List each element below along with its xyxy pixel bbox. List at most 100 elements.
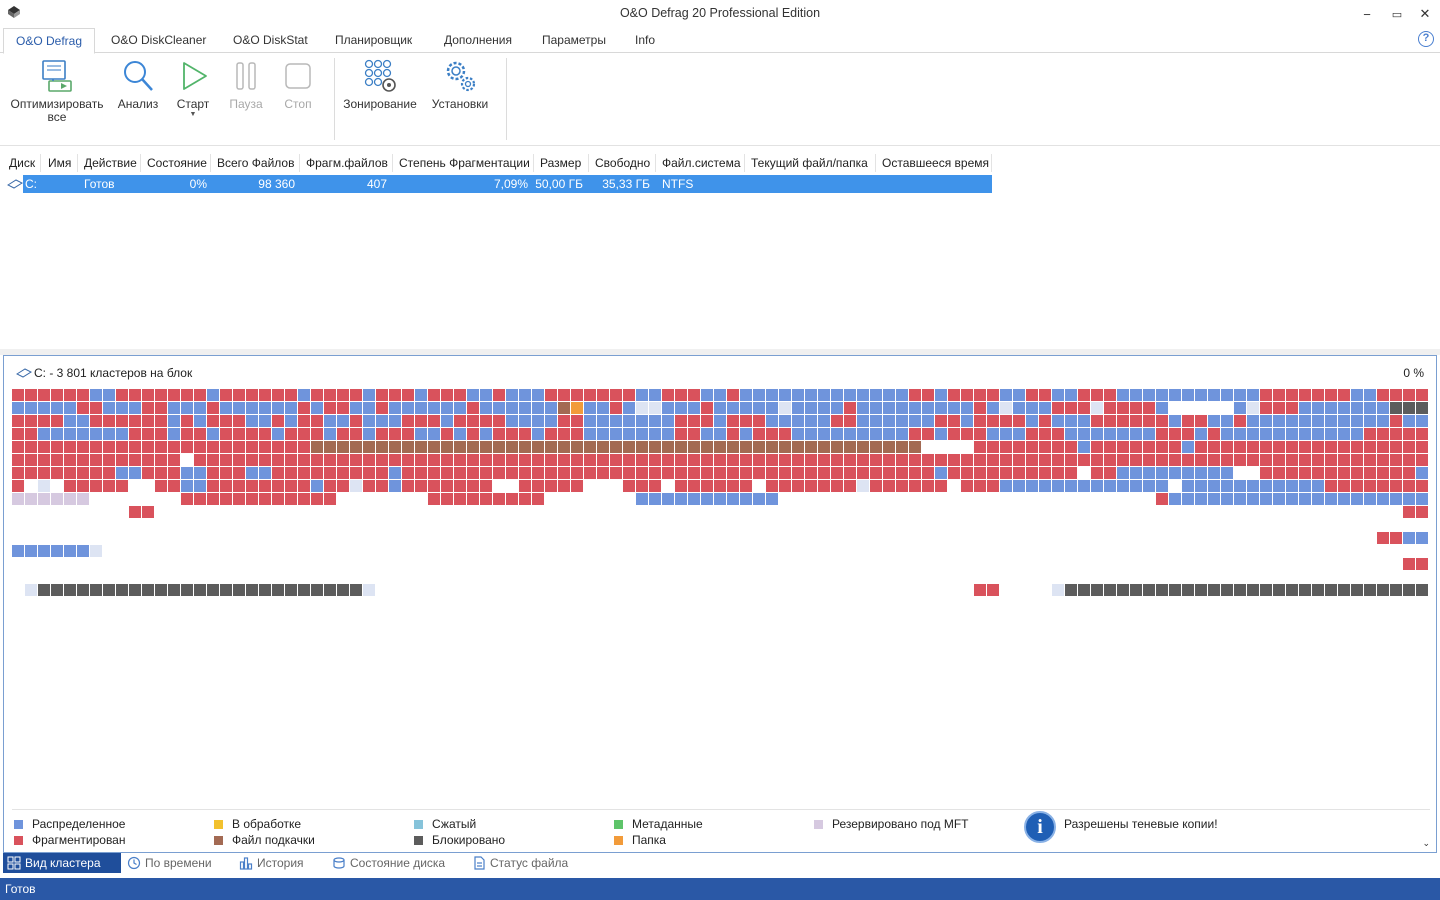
cluster-block[interactable] <box>1351 428 1363 440</box>
cluster-block[interactable] <box>376 480 388 492</box>
cluster-block[interactable] <box>207 493 219 505</box>
cluster-block[interactable] <box>857 389 869 401</box>
cluster-block[interactable] <box>753 389 765 401</box>
cluster-block[interactable] <box>1117 415 1129 427</box>
cluster-block[interactable] <box>1416 389 1428 401</box>
cluster-block[interactable] <box>1338 480 1350 492</box>
cluster-block[interactable] <box>610 402 622 414</box>
cluster-block[interactable] <box>1104 584 1116 596</box>
cluster-block[interactable] <box>701 493 713 505</box>
cluster-block[interactable] <box>1195 493 1207 505</box>
cluster-block[interactable] <box>1416 493 1428 505</box>
cluster-block[interactable] <box>883 428 895 440</box>
cluster-block[interactable] <box>766 493 778 505</box>
cluster-block[interactable] <box>1416 402 1428 414</box>
cluster-block[interactable] <box>155 389 167 401</box>
column-header-size[interactable]: Размер <box>534 154 589 172</box>
cluster-block[interactable] <box>155 428 167 440</box>
cluster-block[interactable] <box>1234 493 1246 505</box>
cluster-block[interactable] <box>311 441 323 453</box>
cluster-block[interactable] <box>1299 402 1311 414</box>
cluster-block[interactable] <box>480 428 492 440</box>
cluster-block[interactable] <box>701 402 713 414</box>
cluster-block[interactable] <box>1208 441 1220 453</box>
cluster-block[interactable] <box>1299 584 1311 596</box>
cluster-block[interactable] <box>1390 415 1402 427</box>
cluster-block[interactable] <box>714 467 726 479</box>
cluster-block[interactable] <box>246 454 258 466</box>
cluster-block[interactable] <box>805 389 817 401</box>
column-header-total-files[interactable]: Всего Файлов <box>211 154 300 172</box>
cluster-block[interactable] <box>506 493 518 505</box>
cluster-block[interactable] <box>1390 467 1402 479</box>
cluster-block[interactable] <box>1039 389 1051 401</box>
cluster-block[interactable] <box>428 493 440 505</box>
cluster-block[interactable] <box>1377 441 1389 453</box>
cluster-block[interactable] <box>64 415 76 427</box>
tab-diskstat[interactable]: O&O DiskStat <box>221 28 320 53</box>
cluster-block[interactable] <box>870 441 882 453</box>
cluster-block[interactable] <box>740 402 752 414</box>
cluster-block[interactable] <box>831 415 843 427</box>
cluster-block[interactable] <box>688 480 700 492</box>
cluster-block[interactable] <box>1299 415 1311 427</box>
cluster-block[interactable] <box>974 415 986 427</box>
cluster-block[interactable] <box>831 480 843 492</box>
cluster-block[interactable] <box>1143 467 1155 479</box>
cluster-block[interactable] <box>1273 402 1285 414</box>
cluster-block[interactable] <box>948 467 960 479</box>
cluster-block[interactable] <box>1039 454 1051 466</box>
cluster-block[interactable] <box>311 493 323 505</box>
cluster-block[interactable] <box>220 402 232 414</box>
cluster-block[interactable] <box>623 454 635 466</box>
cluster-block[interactable] <box>584 428 596 440</box>
cluster-block[interactable] <box>584 389 596 401</box>
cluster-block[interactable] <box>935 428 947 440</box>
cluster-block[interactable] <box>233 441 245 453</box>
cluster-block[interactable] <box>337 467 349 479</box>
cluster-block[interactable] <box>1130 441 1142 453</box>
cluster-block[interactable] <box>558 441 570 453</box>
cluster-block[interactable] <box>792 441 804 453</box>
cluster-block[interactable] <box>584 441 596 453</box>
cluster-block[interactable] <box>246 428 258 440</box>
cluster-block[interactable] <box>935 467 947 479</box>
cluster-block[interactable] <box>1065 402 1077 414</box>
cluster-block[interactable] <box>1247 415 1259 427</box>
cluster-block[interactable] <box>1143 584 1155 596</box>
cluster-block[interactable] <box>467 441 479 453</box>
cluster-block[interactable] <box>350 415 362 427</box>
cluster-block[interactable] <box>90 402 102 414</box>
cluster-block[interactable] <box>493 428 505 440</box>
cluster-block[interactable] <box>285 415 297 427</box>
cluster-block[interactable] <box>220 493 232 505</box>
cluster-block[interactable] <box>246 493 258 505</box>
cluster-block[interactable] <box>532 480 544 492</box>
cluster-block[interactable] <box>181 467 193 479</box>
cluster-block[interactable] <box>1377 467 1389 479</box>
cluster-block[interactable] <box>298 480 310 492</box>
cluster-block[interactable] <box>844 454 856 466</box>
cluster-block[interactable] <box>389 454 401 466</box>
cluster-block[interactable] <box>1416 506 1428 518</box>
cluster-block[interactable] <box>818 389 830 401</box>
cluster-block[interactable] <box>402 428 414 440</box>
cluster-block[interactable] <box>675 389 687 401</box>
cluster-block[interactable] <box>922 454 934 466</box>
cluster-block[interactable] <box>168 454 180 466</box>
cluster-block[interactable] <box>194 428 206 440</box>
cluster-block[interactable] <box>1234 441 1246 453</box>
cluster-block[interactable] <box>233 480 245 492</box>
cluster-block[interactable] <box>1117 480 1129 492</box>
cluster-block[interactable] <box>311 402 323 414</box>
cluster-block[interactable] <box>1104 389 1116 401</box>
cluster-block[interactable] <box>1312 480 1324 492</box>
cluster-block[interactable] <box>467 454 479 466</box>
cluster-block[interactable] <box>844 428 856 440</box>
cluster-block[interactable] <box>233 454 245 466</box>
cluster-block[interactable] <box>77 584 89 596</box>
cluster-block[interactable] <box>1312 454 1324 466</box>
cluster-block[interactable] <box>415 441 427 453</box>
cluster-block[interactable] <box>181 480 193 492</box>
cluster-block[interactable] <box>831 402 843 414</box>
